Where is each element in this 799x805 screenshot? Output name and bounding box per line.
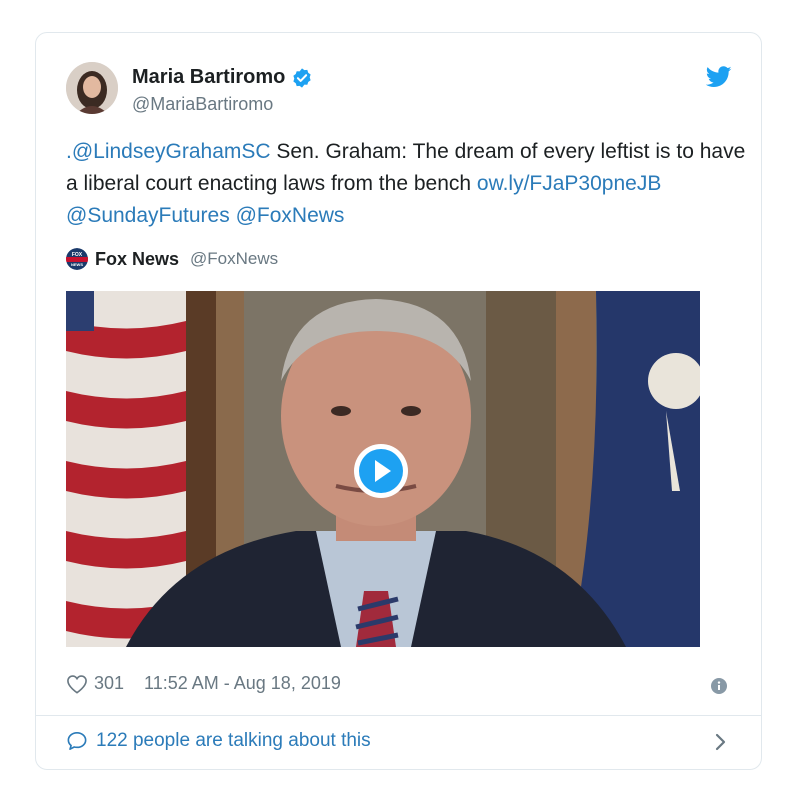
tweet-card: Maria Bartiromo @MariaBartiromo .@Lindse… — [35, 32, 762, 770]
divider — [36, 715, 761, 716]
conversation-text[interactable]: 122 people are talking about this — [96, 730, 371, 752]
author-name-row[interactable]: Maria Bartiromo — [132, 66, 313, 89]
fox-news-logo: FOX NEWS — [66, 248, 88, 270]
twitter-bird-icon[interactable] — [705, 66, 732, 88]
tweet-meta: 301 11:52 AM - Aug 18, 2019 — [66, 673, 341, 694]
play-button[interactable] — [353, 443, 409, 499]
mention-link-foxnews[interactable]: @FoxNews — [236, 204, 345, 227]
like-count[interactable]: 301 — [94, 673, 124, 694]
quoted-handle[interactable]: @FoxNews — [190, 249, 278, 269]
video-player[interactable] — [66, 291, 700, 647]
mention-link-sundayfutures[interactable]: @SundayFutures — [66, 204, 230, 227]
svg-text:FOX: FOX — [72, 252, 83, 258]
speech-bubble-icon — [66, 731, 88, 751]
tweet-text: .@LindseyGrahamSC Sen. Graham: The dream… — [66, 136, 746, 232]
author-handle[interactable]: @MariaBartiromo — [132, 94, 273, 115]
url-link[interactable]: ow.ly/FJaP30pneJB — [477, 172, 661, 195]
info-icon[interactable] — [711, 678, 727, 694]
avatar[interactable] — [66, 62, 118, 114]
verified-badge-icon — [291, 67, 313, 89]
quoted-name[interactable]: Fox News — [95, 249, 179, 270]
conversation-link[interactable]: 122 people are talking about this — [66, 730, 371, 752]
timestamp[interactable]: 11:52 AM - Aug 18, 2019 — [144, 673, 341, 694]
svg-text:NEWS: NEWS — [71, 262, 83, 267]
quoted-account[interactable]: FOX NEWS Fox News @FoxNews — [66, 247, 278, 271]
author-name[interactable]: Maria Bartiromo — [132, 66, 285, 89]
heart-icon[interactable] — [66, 674, 88, 694]
chevron-right-icon[interactable] — [715, 733, 727, 751]
mention-link[interactable]: .@LindseyGrahamSC — [66, 140, 271, 163]
play-icon — [354, 444, 408, 498]
